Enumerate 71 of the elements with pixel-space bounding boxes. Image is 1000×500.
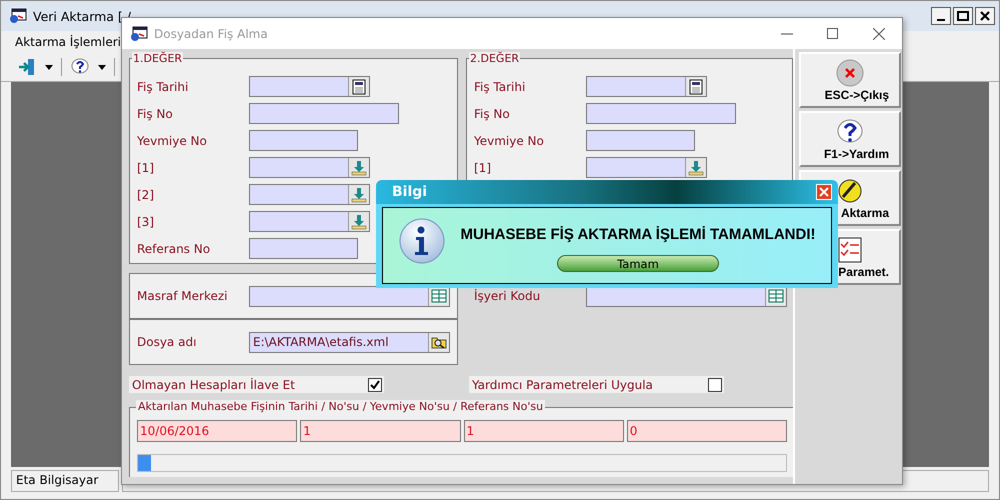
result-field: 1 <box>464 420 624 442</box>
field-label: Referans No <box>137 242 212 256</box>
close-circle-icon <box>835 58 865 86</box>
checkbox[interactable] <box>368 378 382 392</box>
dropdown-arrow-icon[interactable] <box>45 64 53 70</box>
info-icon <box>399 218 445 264</box>
field-label: Yevmiye No <box>474 134 545 148</box>
field-label: İşyeri Kodu <box>474 289 542 303</box>
folder-search-icon[interactable] <box>431 335 447 349</box>
input-field[interactable] <box>249 184 370 205</box>
dialog-title: Bilgi <box>392 184 428 200</box>
ok-button[interactable]: Tamam <box>557 255 719 272</box>
input-field[interactable] <box>249 238 358 259</box>
toolbar-button[interactable]: F1->Yardım <box>799 111 901 167</box>
calendar-icon[interactable] <box>351 78 367 94</box>
help-bubble-icon <box>835 118 865 146</box>
window-icon <box>130 26 148 42</box>
download-arrow-icon[interactable] <box>351 186 367 202</box>
input-field[interactable] <box>249 103 399 124</box>
field-label: Fiş No <box>474 106 511 120</box>
group-title: Aktarılan Muhasebe Fişinin Tarihi / No'su / Yevmiye No'su / Referans No'su <box>136 400 546 413</box>
input-field[interactable] <box>249 211 370 232</box>
input-field[interactable] <box>249 157 370 178</box>
input-field[interactable] <box>586 157 707 178</box>
download-arrow-icon[interactable] <box>351 214 367 230</box>
result-field: 10/06/2016 <box>137 420 298 442</box>
close-icon <box>819 187 829 197</box>
field-label: Fiş Tarihi <box>137 80 190 94</box>
field-label: [1] <box>474 160 492 174</box>
minimize-icon <box>937 18 945 20</box>
input-field[interactable] <box>249 286 450 306</box>
close-icon <box>980 11 990 21</box>
result-field: 0 <box>626 420 787 442</box>
dropdown-arrow-icon[interactable] <box>98 64 106 70</box>
field-label: Dosya adı <box>137 335 198 349</box>
input-field[interactable] <box>586 103 736 124</box>
option-label: Yardımcı Parametreleri Uygula <box>472 378 653 392</box>
window-title: Dosyadan Fiş Alma <box>154 26 268 40</box>
input-field[interactable] <box>586 130 695 151</box>
window-icon <box>9 8 27 24</box>
field-label: [2] <box>137 188 155 202</box>
option-label: Olmayan Hesapları İlave Et <box>132 378 295 392</box>
maximize-icon <box>827 28 839 40</box>
list-icon[interactable] <box>768 289 784 303</box>
maximize-button[interactable] <box>953 7 973 25</box>
result-field: 1 <box>300 420 460 442</box>
maximize-icon <box>957 11 969 21</box>
menu-item[interactable]: Aktarma İşlemleri <box>15 35 121 49</box>
status-panel: Eta Bilgisayar <box>11 470 119 492</box>
input-field[interactable] <box>586 76 707 97</box>
group-title: 1.DEĞER <box>132 52 184 65</box>
toolbar-button[interactable]: ESC->Çıkış <box>799 52 901 108</box>
field-label: Fiş No <box>137 106 174 120</box>
group-title: 2.DEĞER <box>469 52 520 65</box>
download-arrow-icon[interactable] <box>351 160 367 176</box>
field-label: [3] <box>137 214 155 228</box>
list-icon[interactable] <box>431 289 447 303</box>
close-icon <box>873 28 885 40</box>
input-field[interactable] <box>249 76 370 97</box>
close-button[interactable] <box>975 7 995 25</box>
exit-door-icon[interactable] <box>17 57 37 77</box>
input-field[interactable]: E:\AKTARMA\etafis.xml <box>249 332 450 352</box>
download-arrow-icon[interactable] <box>688 160 704 176</box>
input-field[interactable] <box>249 130 358 151</box>
field-label: Yevmiye No <box>137 134 208 148</box>
field-label: Fiş Tarihi <box>474 80 526 94</box>
field-label: [1] <box>137 160 155 174</box>
calendar-icon[interactable] <box>688 78 704 94</box>
field-label: Masraf Merkezi <box>137 289 228 303</box>
checkbox[interactable] <box>708 378 722 392</box>
minimize-button[interactable] <box>931 7 951 25</box>
